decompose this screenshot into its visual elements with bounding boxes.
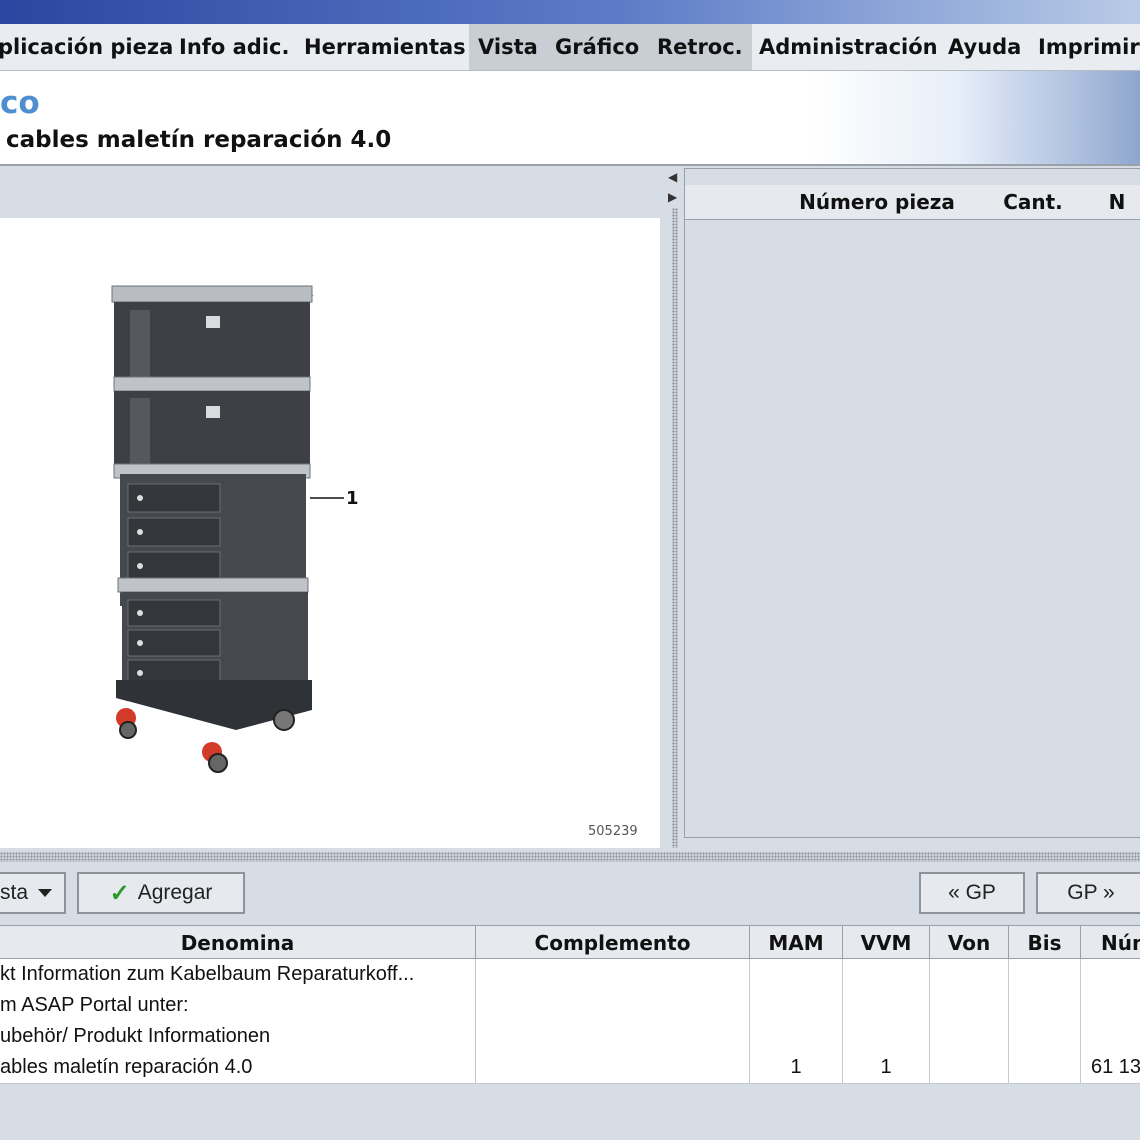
next-gp-label: GP » — [1067, 881, 1115, 904]
next-gp-button[interactable]: GP » — [1036, 872, 1140, 914]
cell-num — [1081, 959, 1140, 990]
cell-bis — [1009, 1052, 1081, 1083]
cell-vvm — [843, 959, 930, 990]
cell-von — [930, 959, 1009, 990]
parts-col-2[interactable] — [717, 185, 750, 220]
menu-vista[interactable]: Vista — [469, 24, 547, 70]
page-subtitle: cables maletín reparación 4.0 — [6, 127, 392, 153]
cell-mam — [750, 990, 843, 1021]
cell-complemento — [476, 1021, 750, 1052]
cell-von — [930, 1052, 1009, 1083]
parts-col-3[interactable] — [749, 185, 782, 220]
page-header: co cables maletín reparación 4.0 — [0, 71, 1140, 165]
menu-grafico[interactable]: Gráfico — [545, 24, 650, 70]
list-view-dropdown[interactable]: sta — [0, 872, 66, 914]
cell-bis — [1009, 959, 1081, 990]
parts-col-numero-pieza[interactable]: Número pieza — [781, 185, 974, 220]
add-button-label: Agregar — [137, 881, 213, 904]
previous-gp-label: « GP — [948, 881, 996, 904]
cell-vvm: 1 — [843, 1052, 930, 1083]
cell-num: 61 13 — [1091, 1056, 1140, 1078]
cell-complemento — [476, 990, 750, 1021]
menu-imprimir[interactable]: Imprimir — [1038, 24, 1140, 70]
col-num[interactable]: Núm — [1081, 925, 1140, 959]
parts-col-cant[interactable]: Cant. — [973, 185, 1094, 220]
cell-num — [1081, 990, 1140, 1021]
graphic-panel: 1 505239 — [0, 168, 662, 850]
chevron-down-icon — [38, 889, 53, 897]
image-code: 505239 — [588, 824, 638, 839]
menu-bar: plicación pieza Info adic. Herramientas … — [0, 24, 1140, 71]
cell-complemento — [476, 1052, 750, 1083]
cell-denomina: kt Information zum Kabelbaum Reparaturko… — [0, 959, 476, 990]
table-row[interactable]: kt Information zum Kabelbaum Reparaturko… — [0, 959, 1140, 991]
col-denomina[interactable]: Denomina — [0, 925, 476, 959]
header-decoration — [810, 71, 1140, 165]
list-view-dropdown-label: sta — [0, 881, 29, 904]
previous-gp-button[interactable]: « GP — [919, 872, 1025, 914]
cell-mam — [750, 1021, 843, 1052]
cell-denomina: ables maletín reparación 4.0 — [0, 1052, 476, 1083]
cell-bis — [1009, 1021, 1081, 1052]
cell-mam — [750, 959, 843, 990]
collapse-left-icon[interactable]: ◀ — [668, 170, 677, 184]
col-mam[interactable]: MAM — [750, 925, 843, 959]
menu-retroc[interactable]: Retroc. — [648, 24, 752, 70]
parts-list-panel: Número pieza Cant. N — [684, 168, 1140, 838]
table-row[interactable]: ables maletín reparación 4.0 1 1 61 13 — [0, 1052, 1140, 1084]
add-button[interactable]: ✓ Agregar — [77, 872, 245, 914]
parts-illustration[interactable]: 1 505239 — [0, 218, 660, 848]
cell-complemento — [476, 959, 750, 990]
cell-denomina: m ASAP Portal unter: — [0, 990, 476, 1021]
menu-herramientas[interactable]: Herramientas — [304, 24, 466, 70]
parts-list-header: Número pieza Cant. N — [685, 185, 1140, 220]
table-row[interactable]: m ASAP Portal unter: — [0, 990, 1140, 1022]
col-von[interactable]: Von — [930, 925, 1009, 959]
cell-vvm — [843, 1021, 930, 1052]
col-vvm[interactable]: VVM — [843, 925, 930, 959]
menu-ayuda[interactable]: Ayuda — [948, 24, 1021, 70]
cell-denomina: ubehör/ Produkt Informationen — [0, 1021, 476, 1052]
cell-num — [1081, 1021, 1140, 1052]
checkmark-icon: ✓ — [109, 879, 130, 907]
cell-von — [930, 990, 1009, 1021]
cell-von — [930, 1021, 1009, 1052]
graphic-toolbar — [0, 168, 662, 218]
vertical-splitter[interactable]: ◀ ▶ — [664, 168, 682, 850]
callout-number[interactable]: 1 — [346, 488, 359, 509]
col-complemento[interactable]: Complemento — [476, 925, 750, 959]
header-divider — [0, 164, 1140, 166]
cell-vvm — [843, 990, 930, 1021]
horizontal-splitter[interactable] — [0, 852, 1140, 862]
parts-col-n[interactable]: N — [1093, 185, 1140, 220]
cell-bis — [1009, 990, 1081, 1021]
window-title-bar — [0, 0, 1140, 24]
parts-col-1[interactable] — [685, 185, 718, 220]
repair-case-trolley-illustration — [111, 285, 344, 773]
main-parts-table: Denomina Complemento MAM VVM Von Bis Núm… — [0, 925, 1140, 1085]
menu-administracion[interactable]: Administración — [759, 24, 938, 70]
menu-aplicacion-pieza[interactable]: plicación pieza — [0, 24, 173, 70]
col-bis[interactable]: Bis — [1009, 925, 1081, 959]
menu-info-adic[interactable]: Info adic. — [179, 24, 289, 70]
page-title: co — [0, 85, 40, 121]
table-row[interactable]: ubehör/ Produkt Informationen — [0, 1021, 1140, 1053]
cell-mam: 1 — [750, 1052, 843, 1083]
splitter-grip — [672, 208, 678, 848]
expand-right-icon[interactable]: ▶ — [668, 190, 677, 204]
